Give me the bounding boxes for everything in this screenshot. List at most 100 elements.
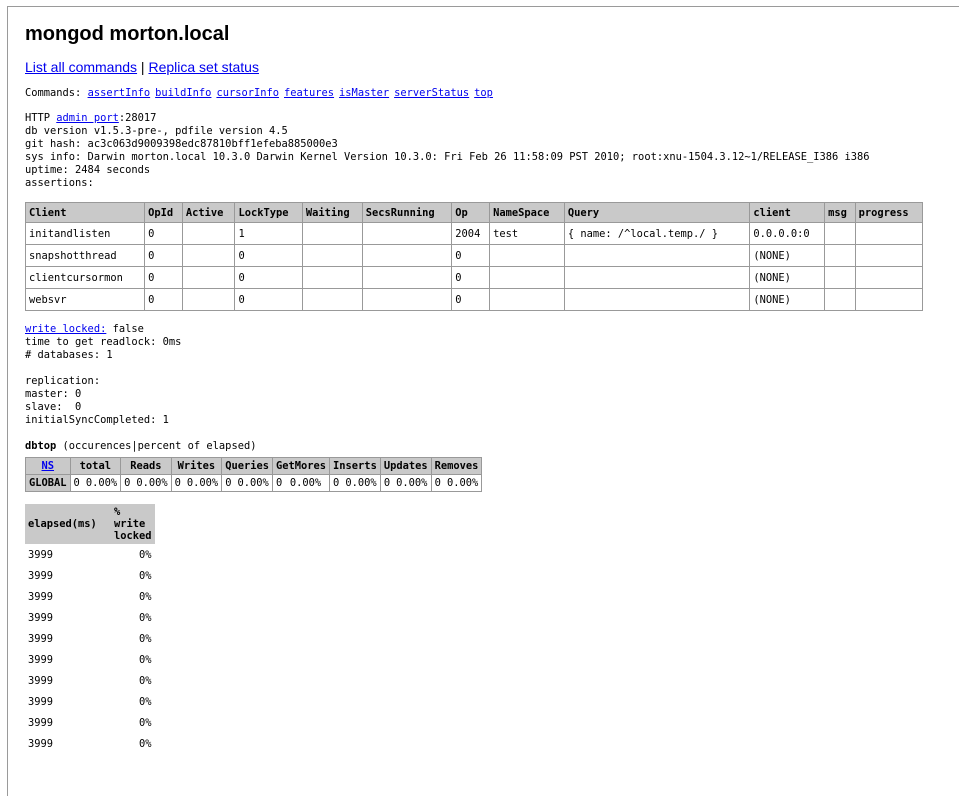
server-info: HTTP admin port:28017 db version v1.5.3-… — [25, 112, 955, 190]
replication-master: master: 0 — [25, 388, 82, 400]
databases-count: # databases: 1 — [25, 349, 113, 361]
dbtop-header-updates: Updates — [379, 457, 432, 475]
table-cell — [181, 288, 236, 311]
write-locked-value: false — [106, 323, 144, 335]
clients-header-client: client — [749, 202, 826, 223]
elapsed-ms-cell: 3999 — [28, 611, 54, 624]
table-cell: 0 — [144, 288, 183, 311]
dbtop-header-queries: Queries — [221, 457, 273, 475]
assertions: assertions: — [25, 177, 94, 189]
clients-table-header: Client OpId Active LockType Waiting SecsRunni… — [24, 202, 924, 223]
table-cell: 0 — [144, 222, 183, 245]
table-cell — [489, 244, 565, 267]
clients-header-progress: progress — [854, 202, 924, 223]
ns-header: NS — [25, 457, 71, 475]
elapsed-ms-cell: 3999 — [28, 695, 54, 708]
table-cell — [181, 244, 236, 267]
http-prefix: HTTP — [25, 112, 57, 124]
replication-info: replication: master: 0 slave: 0 initialS… — [25, 375, 955, 427]
table-cell — [361, 244, 453, 267]
dbtop-header-writes: Writes — [170, 457, 223, 475]
table-row: clientcursormon 0 0 0 (NONE) — [24, 266, 924, 289]
elapsed-ms-cell: 3999 — [28, 674, 54, 687]
table-cell — [361, 222, 453, 245]
table-cell: 0 — [451, 288, 491, 311]
table-cell: 1 — [234, 222, 303, 245]
table-cell — [854, 244, 924, 267]
elapsed-table: elapsed(ms) % write locked 3999 0% 3999 0% 3… — [25, 504, 155, 754]
table-cell — [301, 288, 363, 311]
clients-header-op: Op — [451, 202, 491, 223]
elapsed-ms-cell: 3999 — [28, 590, 54, 603]
ns-link[interactable]: NS — [42, 460, 55, 472]
table-cell: 0 — [451, 244, 491, 267]
dbtop-count-cell: 0 — [120, 474, 134, 492]
replication-slave: slave: 0 — [25, 401, 82, 413]
elapsed-ms-cell: 3999 — [28, 716, 54, 729]
write-locked-pct-cell: 0% — [139, 590, 152, 603]
dbtop-count-cell: 0 — [329, 474, 343, 492]
table-cell — [824, 244, 856, 267]
table-cell — [301, 244, 363, 267]
dbtop-caption: dbtop (occurences|percent of elapsed) — [25, 440, 955, 453]
table-cell — [181, 266, 236, 289]
replication-initial-sync: initialSyncCompleted: 1 — [25, 414, 169, 426]
clients-header-msg: msg — [824, 202, 856, 223]
command-link-ismaster[interactable]: isMaster — [339, 87, 389, 99]
dbtop-header-removes: Removes — [430, 457, 483, 475]
table-cell — [361, 288, 453, 311]
table-row: 3999 0% — [25, 628, 155, 649]
table-cell: (NONE) — [749, 288, 826, 311]
table-cell — [361, 266, 453, 289]
write-locked-pct-cell: 0% — [139, 569, 152, 582]
clients-header-namespace: NameSpace — [489, 202, 565, 223]
command-link-top[interactable]: top — [474, 87, 493, 99]
replica-set-status-link[interactable]: Replica set status — [148, 59, 259, 75]
write-locked-pct-cell: 0% — [139, 674, 152, 687]
uptime: uptime: 2484 seconds — [25, 164, 151, 176]
table-cell: websvr — [24, 288, 146, 311]
sys-info: sys info: Darwin morton.local 10.3.0 Dar… — [25, 151, 870, 163]
table-row: 3999 0% — [25, 649, 155, 670]
db-version: db version v1.5.3-pre-, pdfile version 4… — [25, 125, 288, 137]
table-cell: clientcursormon — [24, 266, 146, 289]
write-locked-pct-cell: 0% — [139, 611, 152, 624]
command-link-assertinfo[interactable]: assertInfo — [88, 87, 151, 99]
table-row: websvr 0 0 0 (NONE) — [24, 288, 924, 311]
elapsed-ms-header: elapsed(ms) — [25, 504, 111, 544]
dbtop-percent-cell: 0.00% — [286, 474, 331, 492]
write-locked-link[interactable]: write locked: — [25, 323, 106, 335]
command-link-features[interactable]: features — [284, 87, 334, 99]
table-cell — [563, 266, 751, 289]
page-content: mongod morton.local List all commands | … — [24, 20, 955, 754]
replication-heading: replication: — [25, 375, 101, 387]
admin-port-value: :28017 — [118, 112, 157, 124]
dbtop-percent-cell: 0.00% — [234, 474, 273, 492]
dbtop-label: dbtop — [25, 440, 57, 452]
command-link-buildinfo[interactable]: buildInfo — [155, 87, 211, 99]
table-cell: 0 — [451, 266, 491, 289]
dbtop-table-row: GLOBAL 0 0.00% 0 0.00% 0 0.00% 0 0.00% 0 0.00% 0 0.0… — [25, 474, 483, 492]
table-row: 3999 0% — [25, 544, 155, 565]
table-cell: 0 — [144, 266, 183, 289]
elapsed-ms-cell: 3999 — [28, 653, 54, 666]
admin-port-link[interactable]: admin port — [56, 112, 119, 124]
list-all-commands-link[interactable]: List all commands — [25, 59, 137, 75]
commands-label: Commands: — [25, 87, 88, 99]
write-locked-pct-cell: 0% — [139, 716, 152, 729]
dbtop-count-cell: 0 — [221, 474, 235, 492]
command-link-serverstatus[interactable]: serverStatus — [394, 87, 469, 99]
dbtop-header-reads: Reads — [120, 457, 172, 475]
dbtop-count-cell: 0 — [271, 474, 287, 492]
clients-header-client: Client — [24, 202, 146, 223]
dbtop-count-cell: 0 — [69, 474, 83, 492]
table-cell: snapshotthread — [24, 244, 146, 267]
table-cell: (NONE) — [749, 266, 826, 289]
table-cell — [824, 222, 856, 245]
table-row: 3999 0% — [25, 691, 155, 712]
elapsed-ms-cell: 3999 — [28, 548, 54, 561]
command-link-cursorinfo[interactable]: cursorInfo — [216, 87, 279, 99]
dbtop-percent-cell: 0.00% — [82, 474, 122, 492]
dbtop-percent-cell: 0.00% — [393, 474, 432, 492]
table-cell — [824, 266, 856, 289]
